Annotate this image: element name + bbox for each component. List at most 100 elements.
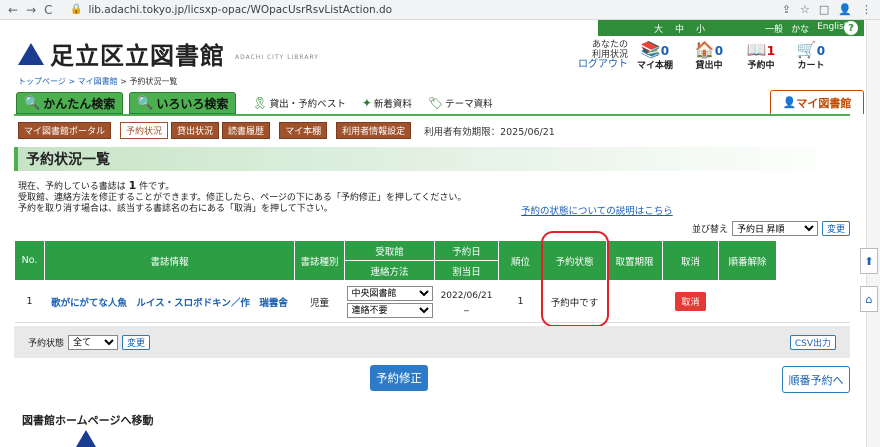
sort-bar: 並び替え 予約日 昇順 変更: [692, 221, 850, 236]
queue-reservation-button[interactable]: 順番予約へ: [782, 366, 850, 393]
col-cancel: 取消: [662, 240, 719, 281]
nav-new[interactable]: ✦ 新着資料: [362, 96, 412, 110]
size-large[interactable]: 大: [654, 22, 663, 35]
site-header: 大 中 小 一般 かな English ? 足立区立図書館 ADACHI CIT…: [0, 20, 864, 72]
subnav-portal[interactable]: マイ図書館ポータル: [18, 122, 112, 139]
site-logo[interactable]: 足立区立図書館 ADACHI CITY LIBRARY: [18, 36, 319, 71]
usage-status: あなたの 利用状況 ログアウト: [578, 40, 628, 70]
subnav-reservation[interactable]: 予約状況: [120, 122, 169, 139]
cart-count: 0: [816, 44, 826, 58]
filter-change-button[interactable]: 変更: [122, 334, 151, 350]
profile-icon[interactable]: 👤: [838, 3, 852, 16]
search-icon: 🔍: [137, 95, 154, 111]
sort-label: 並び替え: [691, 225, 728, 235]
share-icon[interactable]: ⇪: [782, 3, 791, 16]
my-shelf-link[interactable]: 📚0 マイ本棚: [630, 42, 680, 72]
contact-select[interactable]: 連絡不要: [346, 302, 433, 318]
filter-bar: 予約状態 全て 変更 CSV出力: [14, 326, 850, 358]
browser-nav: ← → C: [8, 3, 70, 17]
col-pickup: 受取館: [344, 240, 435, 261]
help-icon[interactable]: ?: [844, 21, 858, 35]
lang-kana[interactable]: かな: [791, 22, 809, 35]
ribbon-icon: 🎗: [252, 96, 268, 110]
row-date: 2022/06/21: [440, 291, 493, 301]
expiry-text: 利用者有効期限：2025/06/21: [424, 126, 555, 138]
reserving-link[interactable]: 📖1 予約中: [736, 40, 786, 72]
subnav-lending[interactable]: 貸出状況: [171, 122, 220, 139]
breadcrumb: トップページ > マイ図書館 > 予約状況一覧: [18, 76, 177, 87]
breadcrumb-sep: >: [117, 77, 130, 86]
col-rank: 順位: [498, 240, 543, 281]
status-help-link[interactable]: 予約の状態についての説明はこちら: [521, 203, 673, 217]
back-icon[interactable]: ←: [8, 3, 18, 17]
nav-theme-label: テーマ資料: [445, 99, 493, 110]
row-dates: 2022/06/21 _: [434, 280, 499, 323]
forward-icon[interactable]: →: [26, 3, 36, 17]
breadcrumb-mylib[interactable]: マイ図書館: [78, 77, 118, 86]
subnav-userinfo[interactable]: 利用者情報設定: [336, 122, 412, 139]
nav-best[interactable]: 🎗 貸出・予約ベスト: [252, 96, 345, 110]
filter-label: 予約状態: [28, 338, 65, 349]
highlight-circle: [541, 231, 609, 327]
page-top-icon[interactable]: ⬆: [860, 248, 878, 274]
reserving-label: 予約中: [747, 61, 775, 71]
reservation-table: No. 書誌情報 書誌種別 受取館 予約日 順位 予約状態 取置期限 取消 順番…: [14, 240, 850, 323]
subnav-history[interactable]: 読書履歴: [222, 122, 271, 139]
tab-icon[interactable]: □: [819, 3, 829, 16]
row-pickup-cell: 中央図書館 連絡不要: [344, 280, 435, 323]
browser-tools: ⇪ ☆ □ 👤 ⋮: [782, 3, 872, 16]
reservation-count: 1: [128, 179, 137, 192]
library-home-link[interactable]: 図書館ホームページへ移動: [22, 412, 153, 428]
row-assigned: _: [464, 301, 469, 312]
lang-general[interactable]: 一般: [765, 22, 783, 35]
reservation-book-icon: 📖: [746, 40, 767, 59]
breadcrumb-home[interactable]: トップページ: [18, 77, 66, 86]
shelf-label: マイ本棚: [636, 61, 673, 71]
lending-link[interactable]: 🏠0 貸出中: [684, 40, 734, 72]
csv-export-button[interactable]: CSV出力: [789, 334, 836, 350]
page-title: 予約状況一覧: [14, 147, 850, 171]
intro-post: 件です。: [139, 182, 175, 192]
shelf-count: 0: [660, 44, 670, 58]
tab-mylib[interactable]: 👤 マイ図書館: [770, 90, 864, 114]
home-icon[interactable]: ⌂: [860, 286, 878, 312]
logout-link[interactable]: ログアウト: [578, 60, 628, 70]
row-empty: [776, 280, 850, 323]
size-medium[interactable]: 中: [675, 22, 684, 35]
reserving-count: 1: [766, 44, 776, 58]
pickup-select[interactable]: 中央図書館: [346, 285, 433, 301]
tab-simple-search[interactable]: 🔍 かんたん検索: [16, 92, 124, 114]
intro-line3: 予約を取り消す場合は、該当する書誌名の右にある「取消」を押して下さい。: [18, 204, 333, 214]
filter-select[interactable]: 全て: [68, 334, 119, 350]
reload-icon[interactable]: C: [44, 3, 52, 17]
menu-icon[interactable]: ⋮: [861, 3, 872, 16]
sort-change-button[interactable]: 変更: [821, 221, 850, 236]
scrollbar[interactable]: [866, 20, 880, 447]
col-info: 書誌情報: [44, 240, 295, 281]
cancel-button[interactable]: 取消: [675, 292, 706, 311]
logo-triangle-icon: [76, 430, 96, 447]
cart-icon: 🛒: [796, 40, 817, 59]
lock-icon: 🔒: [70, 4, 83, 15]
address-bar[interactable]: lib.adachi.tokyo.jp/licsxp-opac/WOpacUsr…: [88, 4, 781, 16]
tab-advanced-label: いろいろ検索: [156, 96, 229, 111]
col-empty: [776, 240, 850, 281]
bookmark-star-icon[interactable]: ☆: [800, 3, 810, 16]
logo-english: ADACHI CITY LIBRARY: [235, 54, 319, 61]
col-type: 書誌種別: [294, 240, 345, 281]
nav-theme[interactable]: 🏷 テーマ資料: [428, 96, 493, 110]
row-title-link[interactable]: 歌がにがてな人魚 ルイス・スロボドキン／作 瑞雲舎: [44, 280, 295, 323]
divider: [14, 114, 850, 116]
intro-pre: 現在、予約している書誌は: [18, 182, 126, 192]
size-small[interactable]: 小: [696, 22, 705, 35]
tab-advanced-search[interactable]: 🔍 いろいろ検索: [129, 92, 237, 114]
modify-reservation-button[interactable]: 予約修正: [370, 365, 428, 391]
subnav-shelf[interactable]: マイ本棚: [279, 122, 328, 139]
tab-mylib-label: マイ図書館: [796, 96, 852, 110]
house-icon: 🏠: [694, 40, 715, 59]
sort-select[interactable]: 予約日 昇順: [731, 221, 818, 236]
breadcrumb-sep: >: [65, 77, 78, 86]
lending-count: 0: [714, 44, 724, 58]
cart-link[interactable]: 🛒0 カート: [786, 40, 836, 72]
intro-text: 現在、予約している書誌は 1 件です。 受取館、連絡方法を修正することができます…: [18, 180, 466, 215]
